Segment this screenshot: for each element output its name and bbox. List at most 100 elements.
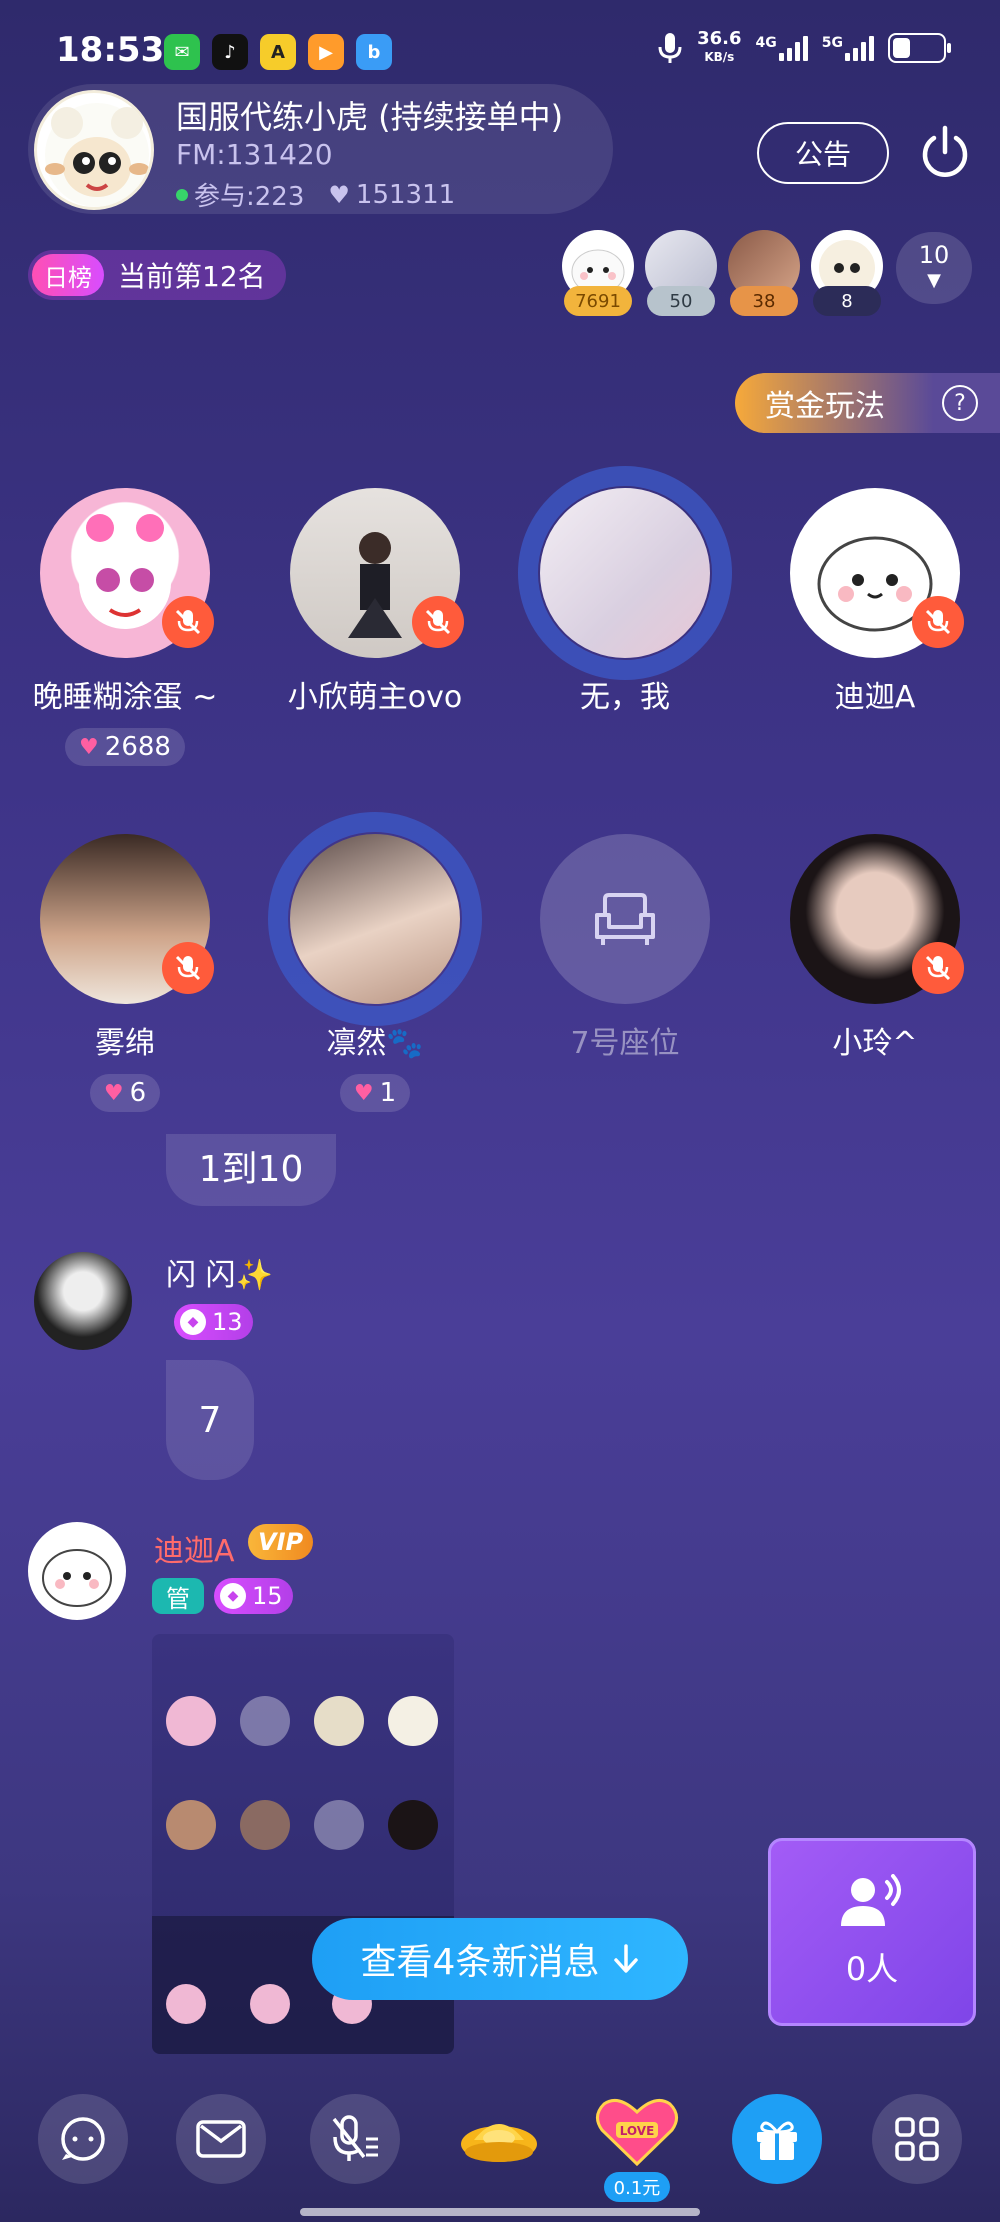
chat-username[interactable]: 迪迦A: [154, 1526, 235, 1570]
seat-name: 小欣萌主ovo: [287, 680, 463, 715]
gift-button[interactable]: [732, 2094, 822, 2184]
contributor-score: 7691: [564, 286, 632, 316]
tiktok-icon: ♪: [212, 34, 248, 70]
status-indicators: 36.6 KB/s 4G 5G: [657, 28, 951, 66]
envelope-icon: [196, 2120, 246, 2158]
more-menu-button[interactable]: [872, 2094, 962, 2184]
heart-gift-button[interactable]: LOVE: [592, 2092, 682, 2172]
app-a-icon: A: [260, 34, 296, 70]
contributor-1[interactable]: 7691: [562, 230, 634, 320]
diamond-icon: ◆: [220, 1583, 246, 1609]
battery-icon: [888, 33, 951, 63]
seat-1[interactable]: 晚睡糊涂蛋 ~ ♥ 2688: [0, 488, 250, 766]
seat-7-empty[interactable]: 7号座位: [500, 834, 750, 1062]
room-stats: 参与:223 ♥ 151311: [176, 176, 455, 213]
app-b-icon: b: [356, 34, 392, 70]
contributor-score: 8: [813, 286, 881, 316]
sofa-icon: [595, 893, 655, 945]
heart-gift-icon: LOVE: [596, 2098, 678, 2167]
user-level-badge: ◆ 13: [174, 1304, 253, 1340]
seat-hearts: ♥ 6: [89, 1074, 161, 1112]
chat-avatar[interactable]: [34, 1252, 132, 1350]
seat-3[interactable]: 无，我: [500, 466, 750, 716]
seat-4[interactable]: 迪迦A: [750, 488, 1000, 716]
daily-rank-badge[interactable]: 日榜 当前第12名: [28, 250, 286, 300]
mic-off-icon: [332, 2115, 378, 2161]
heart-icon: ♥: [103, 1080, 124, 1106]
online-dot-icon: [176, 188, 188, 201]
rank-text: 当前第12名: [118, 260, 266, 293]
vip-badge: VIP: [248, 1524, 314, 1560]
seat-8[interactable]: 小玲^: [750, 834, 1000, 1062]
user-level-badge: ◆ 15: [214, 1578, 293, 1614]
mic-queue-button[interactable]: 0人: [768, 1838, 976, 2026]
admin-badge: 管: [152, 1578, 204, 1614]
chat-avatar[interactable]: [28, 1522, 126, 1620]
mic-status-icon: [658, 33, 682, 63]
speaking-ring: [518, 466, 732, 680]
seat-name: 晚睡糊涂蛋 ~: [32, 680, 218, 715]
mic-settings-button[interactable]: [310, 2094, 400, 2184]
heart-icon: ♥: [353, 1080, 374, 1106]
seat-6[interactable]: 凛然🐾 ♥ 1: [250, 812, 500, 1112]
audience-count-button[interactable]: 10 ▼: [896, 232, 972, 304]
mic-muted-icon: [912, 596, 964, 648]
mic-queue-count: 0人: [845, 1950, 899, 1988]
likes-count: 151311: [355, 179, 456, 210]
messages-button[interactable]: [176, 2094, 266, 2184]
new-messages-button[interactable]: 查看4条新消息: [312, 1918, 688, 2000]
audience-count: 10: [918, 241, 950, 269]
grid-menu-icon: [895, 2117, 939, 2161]
rank-tag: 日榜: [32, 254, 104, 296]
seat-hearts: ♥ 1: [339, 1074, 411, 1112]
empty-seat: [540, 834, 710, 1004]
chevron-down-icon: ▼: [927, 270, 941, 291]
bounty-label: 赏金玩法: [765, 389, 885, 424]
seat-name: 迪迦A: [834, 680, 916, 715]
user-speaking-icon: [841, 1874, 901, 1926]
gift-price: 0.1元: [604, 2172, 670, 2202]
signal-bars-icon: [778, 35, 808, 61]
exit-power-button[interactable]: [915, 122, 975, 182]
power-icon: [922, 125, 968, 177]
signal-4g: 4G: [756, 35, 808, 61]
room-title: 国服代练小虎 (持续接单中): [176, 98, 564, 136]
mic-muted-icon: [162, 942, 214, 994]
chat-message-bubble: 7: [166, 1360, 254, 1480]
arrow-down-icon: [614, 1944, 639, 1973]
signal-5g: 5G: [822, 35, 874, 61]
speaking-ring: [268, 812, 482, 1026]
room-avatar[interactable]: [34, 90, 154, 210]
net-speed: 36.6 KB/s: [697, 28, 742, 65]
room-fm-id: FM:131420: [176, 138, 333, 171]
contributor-4[interactable]: 8: [811, 230, 883, 320]
svg-text:LOVE: LOVE: [620, 2124, 655, 2138]
gold-ingot-icon: [461, 2124, 537, 2162]
chat-username[interactable]: 闪 闪✨: [166, 1250, 273, 1294]
help-icon[interactable]: ?: [942, 385, 978, 421]
contributor-3[interactable]: 38: [728, 230, 800, 320]
seat-2[interactable]: 小欣萌主ovo: [250, 488, 500, 716]
contributor-score: 50: [647, 286, 715, 316]
seat-hearts: ♥ 2688: [65, 728, 185, 766]
seat-name: 雾绵: [95, 1026, 155, 1061]
heart-icon: ♥: [79, 734, 99, 760]
notice-button[interactable]: 公告: [757, 122, 889, 184]
bounty-game-button[interactable]: 赏金玩法 ?: [735, 373, 1000, 433]
status-time: 18:53: [56, 30, 165, 70]
status-app-icons: ✉ ♪ A ▶ b: [164, 34, 392, 70]
wechat-icon: ✉: [164, 34, 200, 70]
chat-input-button[interactable]: [38, 2094, 128, 2184]
new-messages-label: 查看4条新消息: [360, 1942, 600, 1983]
diamond-icon: ◆: [180, 1309, 206, 1335]
heart-icon: ♥: [328, 180, 350, 209]
chat-bubble-prev: 1到10: [166, 1134, 336, 1206]
contributor-score: 38: [730, 286, 798, 316]
seat-name: 7号座位: [570, 1026, 680, 1061]
gold-ingot-button[interactable]: [454, 2104, 544, 2174]
mic-muted-icon: [412, 596, 464, 648]
contributor-2[interactable]: 50: [645, 230, 717, 320]
home-indicator[interactable]: [300, 2208, 700, 2216]
seat-5[interactable]: 雾绵 ♥ 6: [0, 834, 250, 1112]
chat-bubble-icon: [61, 2117, 105, 2161]
